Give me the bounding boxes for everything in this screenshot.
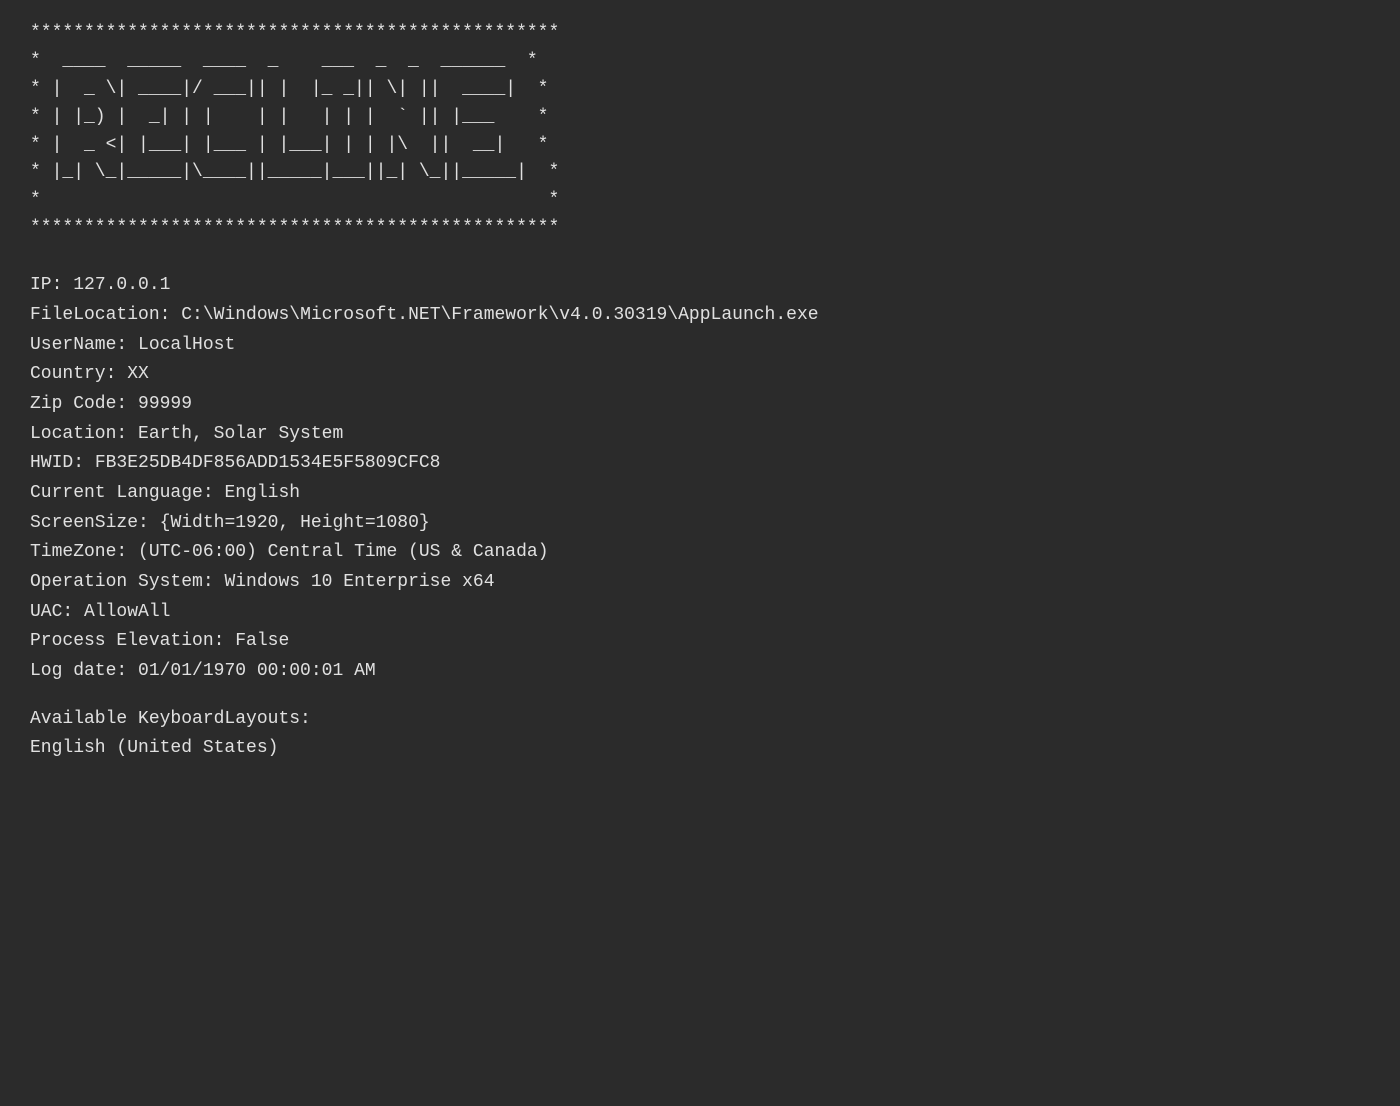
os-line: Operation System: Windows 10 Enterprise … (30, 568, 1370, 598)
filelocation-label: FileLocation: (30, 305, 170, 325)
country-label: Country: (30, 364, 116, 384)
os-value: Windows 10 Enterprise x64 (224, 572, 494, 592)
os-label: Operation System: (30, 572, 214, 592)
language-line: Current Language: English (30, 479, 1370, 509)
keyboard-layout-label: English (United States) (30, 738, 278, 758)
location-label: Location: (30, 424, 127, 444)
zipcode-line: Zip Code: 99999 (30, 390, 1370, 420)
ip-value: 127.0.0.1 (73, 275, 170, 295)
ip-line: IP: 127.0.0.1 (30, 271, 1370, 301)
keyboard-header: Available KeyboardLayouts: (30, 705, 1370, 735)
keyboard-layout-0: English (United States) (30, 734, 1370, 764)
hwid-value: FB3E25DB4DF856ADD1534E5F5809CFC8 (95, 453, 441, 473)
timezone-value: (UTC-06:00) Central Time (US & Canada) (138, 542, 548, 562)
log-date-line: Log date: 01/01/1970 00:00:01 AM (30, 657, 1370, 687)
username-line: UserName: LocalHost (30, 331, 1370, 361)
username-label: UserName: (30, 335, 127, 355)
timezone-label: TimeZone: (30, 542, 127, 562)
hwid-line: HWID: FB3E25DB4DF856ADD1534E5F5809CFC8 (30, 449, 1370, 479)
hwid-label: HWID: (30, 453, 84, 473)
location-value: Earth, Solar System (138, 424, 343, 444)
terminal-window: ****************************************… (30, 20, 1370, 764)
ascii-banner: ****************************************… (30, 20, 1370, 243)
screensize-label: ScreenSize: (30, 513, 149, 533)
uac-value: AllowAll (84, 602, 170, 622)
username-value: LocalHost (138, 335, 235, 355)
filelocation-line: FileLocation: C:\Windows\Microsoft.NET\F… (30, 301, 1370, 331)
uac-label: UAC: (30, 602, 73, 622)
timezone-line: TimeZone: (UTC-06:00) Central Time (US &… (30, 538, 1370, 568)
keyboard-section: Available KeyboardLayouts: English (Unit… (30, 705, 1370, 764)
screensize-value: {Width=1920, Height=1080} (160, 513, 430, 533)
screensize-line: ScreenSize: {Width=1920, Height=1080} (30, 509, 1370, 539)
country-value: XX (127, 364, 149, 384)
language-label: Current Language: (30, 483, 214, 503)
log-date-value: 01/01/1970 00:00:01 AM (138, 661, 376, 681)
log-date-label: Log date: (30, 661, 127, 681)
language-value: English (224, 483, 300, 503)
process-elevation-label: Process Elevation: (30, 631, 224, 651)
ip-label: IP: (30, 275, 62, 295)
process-elevation-value: False (235, 631, 289, 651)
process-elevation-line: Process Elevation: False (30, 627, 1370, 657)
zipcode-label: Zip Code: (30, 394, 127, 414)
uac-line: UAC: AllowAll (30, 598, 1370, 628)
country-line: Country: XX (30, 360, 1370, 390)
filelocation-value: C:\Windows\Microsoft.NET\Framework\v4.0.… (181, 305, 818, 325)
location-line: Location: Earth, Solar System (30, 420, 1370, 450)
zipcode-value: 99999 (138, 394, 192, 414)
info-block: IP: 127.0.0.1 FileLocation: C:\Windows\M… (30, 271, 1370, 687)
